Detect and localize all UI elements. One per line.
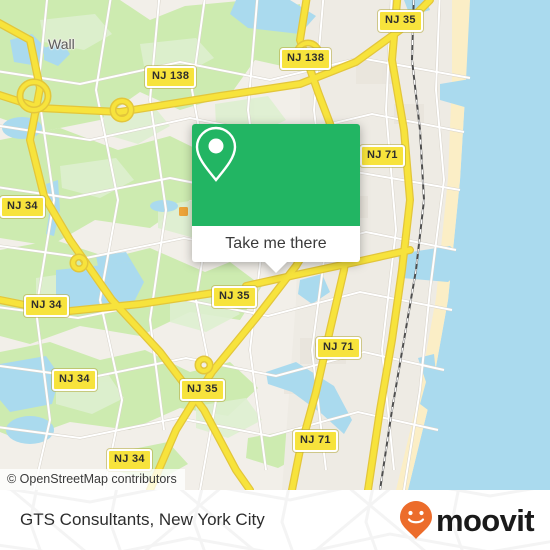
moovit-brand[interactable]: moovit	[399, 500, 535, 540]
take-me-there-label: Take me there	[225, 235, 327, 252]
road-shield[interactable]: NJ 71	[316, 337, 361, 359]
road-shield[interactable]: NJ 35	[212, 286, 257, 308]
road-shield[interactable]: NJ 34	[107, 449, 152, 471]
road-shield[interactable]: NJ 71	[293, 430, 338, 452]
moovit-wordmark: moovit	[435, 502, 535, 538]
road-shield[interactable]: NJ 71	[360, 145, 405, 167]
road-shield[interactable]: NJ 35	[378, 10, 423, 32]
popup-action-area[interactable]: Take me there	[192, 226, 360, 273]
popup-icon-area	[192, 124, 360, 226]
road-shield[interactable]: NJ 34	[52, 369, 97, 391]
popup-tail-pointer	[265, 262, 287, 273]
footer-bar: GTS Consultants, New York City moovit	[0, 490, 550, 550]
osm-attribution[interactable]: © OpenStreetMap contributors	[0, 469, 185, 490]
road-shield[interactable]: NJ 34	[24, 295, 69, 317]
place-label-wall: Wall	[48, 36, 75, 52]
map-screenshot: Wall NJ 35 NJ 138 NJ 138 NJ 71 NJ 34 NJ …	[0, 0, 550, 550]
road-shield[interactable]: NJ 34	[0, 196, 45, 218]
map-canvas[interactable]: Wall NJ 35 NJ 138 NJ 138 NJ 71 NJ 34 NJ …	[0, 0, 550, 490]
location-title: GTS Consultants, New York City	[20, 510, 265, 529]
location-popup-card[interactable]: Take me there	[192, 124, 360, 273]
poi-marker	[179, 207, 188, 216]
map-pin-icon	[195, 126, 237, 182]
road-shield[interactable]: NJ 138	[145, 66, 197, 88]
moovit-smiley-pin-icon	[399, 501, 432, 539]
road-shield[interactable]: NJ 35	[180, 379, 225, 401]
road-shield[interactable]: NJ 138	[280, 48, 332, 70]
